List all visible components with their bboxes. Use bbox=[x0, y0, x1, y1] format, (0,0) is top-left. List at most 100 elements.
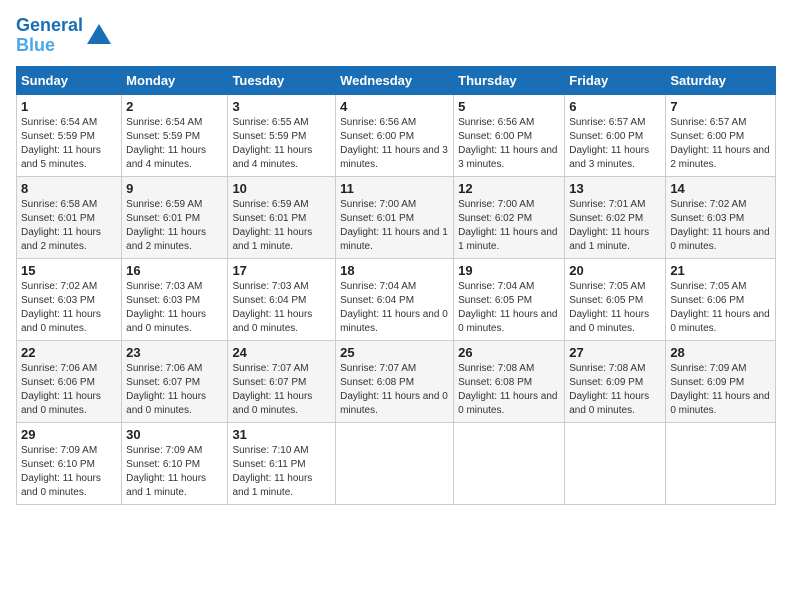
day-info: Sunrise: 7:01 AMSunset: 6:02 PMDaylight:… bbox=[569, 198, 661, 254]
day-number: 3 bbox=[232, 99, 331, 114]
calendar-cell: 13 Sunrise: 7:01 AMSunset: 6:02 PMDayligh… bbox=[565, 176, 666, 258]
calendar-cell: 4 Sunrise: 6:56 AMSunset: 6:00 PMDaylight… bbox=[336, 94, 454, 176]
calendar-cell: 20 Sunrise: 7:05 AMSunset: 6:05 PMDayligh… bbox=[565, 258, 666, 340]
day-info: Sunrise: 7:09 AMSunset: 6:10 PMDaylight:… bbox=[126, 444, 223, 500]
col-friday: Friday bbox=[565, 66, 666, 94]
col-sunday: Sunday bbox=[17, 66, 122, 94]
day-number: 10 bbox=[232, 181, 331, 196]
calendar-row: 15 Sunrise: 7:02 AMSunset: 6:03 PMDayligh… bbox=[17, 258, 776, 340]
calendar-cell: 21Sunrise: 7:05 AMSunset: 6:06 PMDayligh… bbox=[666, 258, 776, 340]
col-saturday: Saturday bbox=[666, 66, 776, 94]
day-number: 15 bbox=[21, 263, 117, 278]
day-number: 25 bbox=[340, 345, 449, 360]
day-number: 4 bbox=[340, 99, 449, 114]
calendar-cell: 17Sunrise: 7:03 AMSunset: 6:04 PMDayligh… bbox=[228, 258, 336, 340]
col-tuesday: Tuesday bbox=[228, 66, 336, 94]
day-number: 29 bbox=[21, 427, 117, 442]
logo-text: General Blue bbox=[16, 16, 83, 56]
calendar-cell: 26Sunrise: 7:08 AMSunset: 6:08 PMDayligh… bbox=[454, 340, 565, 422]
day-info: Sunrise: 7:00 AMSunset: 6:01 PMDaylight:… bbox=[340, 198, 449, 254]
calendar-cell: 10 Sunrise: 6:59 AMSunset: 6:01 PMDayligh… bbox=[228, 176, 336, 258]
calendar-cell: 23Sunrise: 7:06 AMSunset: 6:07 PMDayligh… bbox=[122, 340, 228, 422]
day-info: Sunrise: 7:00 AMSunset: 6:02 PMDaylight:… bbox=[458, 198, 560, 254]
calendar-body: 1 Sunrise: 6:54 AMSunset: 5:59 PMDaylight… bbox=[17, 94, 776, 504]
day-info: Sunrise: 7:10 AMSunset: 6:11 PMDaylight:… bbox=[232, 444, 331, 500]
day-number: 8 bbox=[21, 181, 117, 196]
calendar-cell: 8 Sunrise: 6:58 AMSunset: 6:01 PMDaylight… bbox=[17, 176, 122, 258]
calendar-cell: 29 Sunrise: 7:09 AMSunset: 6:10 PMDayligh… bbox=[17, 422, 122, 504]
day-number: 22 bbox=[21, 345, 117, 360]
day-info: Sunrise: 6:58 AMSunset: 6:01 PMDaylight:… bbox=[21, 198, 117, 254]
calendar-cell: 22 Sunrise: 7:06 AMSunset: 6:06 PMDayligh… bbox=[17, 340, 122, 422]
calendar-cell: 11Sunrise: 7:00 AMSunset: 6:01 PMDayligh… bbox=[336, 176, 454, 258]
day-number: 2 bbox=[126, 99, 223, 114]
day-info: Sunrise: 7:09 AMSunset: 6:10 PMDaylight:… bbox=[21, 444, 117, 500]
day-number: 19 bbox=[458, 263, 560, 278]
day-number: 24 bbox=[232, 345, 331, 360]
day-number: 20 bbox=[569, 263, 661, 278]
empty-cell bbox=[336, 422, 454, 504]
day-info: Sunrise: 6:56 AMSunset: 6:00 PMDaylight:… bbox=[340, 116, 449, 172]
day-number: 28 bbox=[670, 345, 771, 360]
calendar-row: 29 Sunrise: 7:09 AMSunset: 6:10 PMDayligh… bbox=[17, 422, 776, 504]
day-info: Sunrise: 6:54 AMSunset: 5:59 PMDaylight:… bbox=[21, 116, 117, 172]
day-number: 27 bbox=[569, 345, 661, 360]
calendar-cell: 2 Sunrise: 6:54 AMSunset: 5:59 PMDaylight… bbox=[122, 94, 228, 176]
col-monday: Monday bbox=[122, 66, 228, 94]
calendar-cell: 14 Sunrise: 7:02 AMSunset: 6:03 PMDayligh… bbox=[666, 176, 776, 258]
calendar-cell: 18 Sunrise: 7:04 AMSunset: 6:04 PMDayligh… bbox=[336, 258, 454, 340]
day-info: Sunrise: 7:02 AMSunset: 6:03 PMDaylight:… bbox=[670, 198, 771, 254]
calendar-table: Sunday Monday Tuesday Wednesday Thursday… bbox=[16, 66, 776, 505]
calendar-cell: 15 Sunrise: 7:02 AMSunset: 6:03 PMDayligh… bbox=[17, 258, 122, 340]
day-info: Sunrise: 7:08 AMSunset: 6:09 PMDaylight:… bbox=[569, 362, 661, 418]
calendar-cell: 31 Sunrise: 7:10 AMSunset: 6:11 PMDayligh… bbox=[228, 422, 336, 504]
day-info: Sunrise: 6:59 AMSunset: 6:01 PMDaylight:… bbox=[126, 198, 223, 254]
day-number: 14 bbox=[670, 181, 771, 196]
day-info: Sunrise: 6:55 AMSunset: 5:59 PMDaylight:… bbox=[232, 116, 331, 172]
calendar-cell: 1 Sunrise: 6:54 AMSunset: 5:59 PMDaylight… bbox=[17, 94, 122, 176]
calendar-cell: 5Sunrise: 6:56 AMSunset: 6:00 PMDaylight… bbox=[454, 94, 565, 176]
calendar-row: 22 Sunrise: 7:06 AMSunset: 6:06 PMDayligh… bbox=[17, 340, 776, 422]
col-thursday: Thursday bbox=[454, 66, 565, 94]
day-info: Sunrise: 7:04 AMSunset: 6:04 PMDaylight:… bbox=[340, 280, 449, 336]
calendar-cell: 3 Sunrise: 6:55 AMSunset: 5:59 PMDaylight… bbox=[228, 94, 336, 176]
day-info: Sunrise: 7:05 AMSunset: 6:05 PMDaylight:… bbox=[569, 280, 661, 336]
day-number: 31 bbox=[232, 427, 331, 442]
day-info: Sunrise: 7:07 AMSunset: 6:07 PMDaylight:… bbox=[232, 362, 331, 418]
day-number: 6 bbox=[569, 99, 661, 114]
col-wednesday: Wednesday bbox=[336, 66, 454, 94]
calendar-row: 8 Sunrise: 6:58 AMSunset: 6:01 PMDaylight… bbox=[17, 176, 776, 258]
day-info: Sunrise: 6:57 AMSunset: 6:00 PMDaylight:… bbox=[569, 116, 661, 172]
empty-cell bbox=[666, 422, 776, 504]
day-info: Sunrise: 7:05 AMSunset: 6:06 PMDaylight:… bbox=[670, 280, 771, 336]
day-info: Sunrise: 7:03 AMSunset: 6:04 PMDaylight:… bbox=[232, 280, 331, 336]
calendar-cell: 28Sunrise: 7:09 AMSunset: 6:09 PMDayligh… bbox=[666, 340, 776, 422]
logo-icon bbox=[85, 22, 113, 50]
day-info: Sunrise: 7:08 AMSunset: 6:08 PMDaylight:… bbox=[458, 362, 560, 418]
day-info: Sunrise: 7:03 AMSunset: 6:03 PMDaylight:… bbox=[126, 280, 223, 336]
day-number: 12 bbox=[458, 181, 560, 196]
calendar-row: 1 Sunrise: 6:54 AMSunset: 5:59 PMDaylight… bbox=[17, 94, 776, 176]
calendar-cell: 30Sunrise: 7:09 AMSunset: 6:10 PMDayligh… bbox=[122, 422, 228, 504]
day-number: 1 bbox=[21, 99, 117, 114]
day-info: Sunrise: 6:59 AMSunset: 6:01 PMDaylight:… bbox=[232, 198, 331, 254]
empty-cell bbox=[565, 422, 666, 504]
calendar-cell: 16 Sunrise: 7:03 AMSunset: 6:03 PMDayligh… bbox=[122, 258, 228, 340]
page-header: General Blue bbox=[16, 16, 776, 56]
day-number: 18 bbox=[340, 263, 449, 278]
day-number: 9 bbox=[126, 181, 223, 196]
day-info: Sunrise: 7:04 AMSunset: 6:05 PMDaylight:… bbox=[458, 280, 560, 336]
day-info: Sunrise: 7:06 AMSunset: 6:06 PMDaylight:… bbox=[21, 362, 117, 418]
calendar-cell: 6 Sunrise: 6:57 AMSunset: 6:00 PMDaylight… bbox=[565, 94, 666, 176]
day-number: 23 bbox=[126, 345, 223, 360]
day-info: Sunrise: 6:54 AMSunset: 5:59 PMDaylight:… bbox=[126, 116, 223, 172]
day-number: 13 bbox=[569, 181, 661, 196]
day-number: 16 bbox=[126, 263, 223, 278]
empty-cell bbox=[454, 422, 565, 504]
calendar-cell: 12 Sunrise: 7:00 AMSunset: 6:02 PMDayligh… bbox=[454, 176, 565, 258]
day-info: Sunrise: 6:57 AMSunset: 6:00 PMDaylight:… bbox=[670, 116, 771, 172]
day-info: Sunrise: 6:56 AMSunset: 6:00 PMDaylight:… bbox=[458, 116, 560, 172]
calendar-cell: 24 Sunrise: 7:07 AMSunset: 6:07 PMDayligh… bbox=[228, 340, 336, 422]
day-info: Sunrise: 7:02 AMSunset: 6:03 PMDaylight:… bbox=[21, 280, 117, 336]
calendar-cell: 9 Sunrise: 6:59 AMSunset: 6:01 PMDaylight… bbox=[122, 176, 228, 258]
